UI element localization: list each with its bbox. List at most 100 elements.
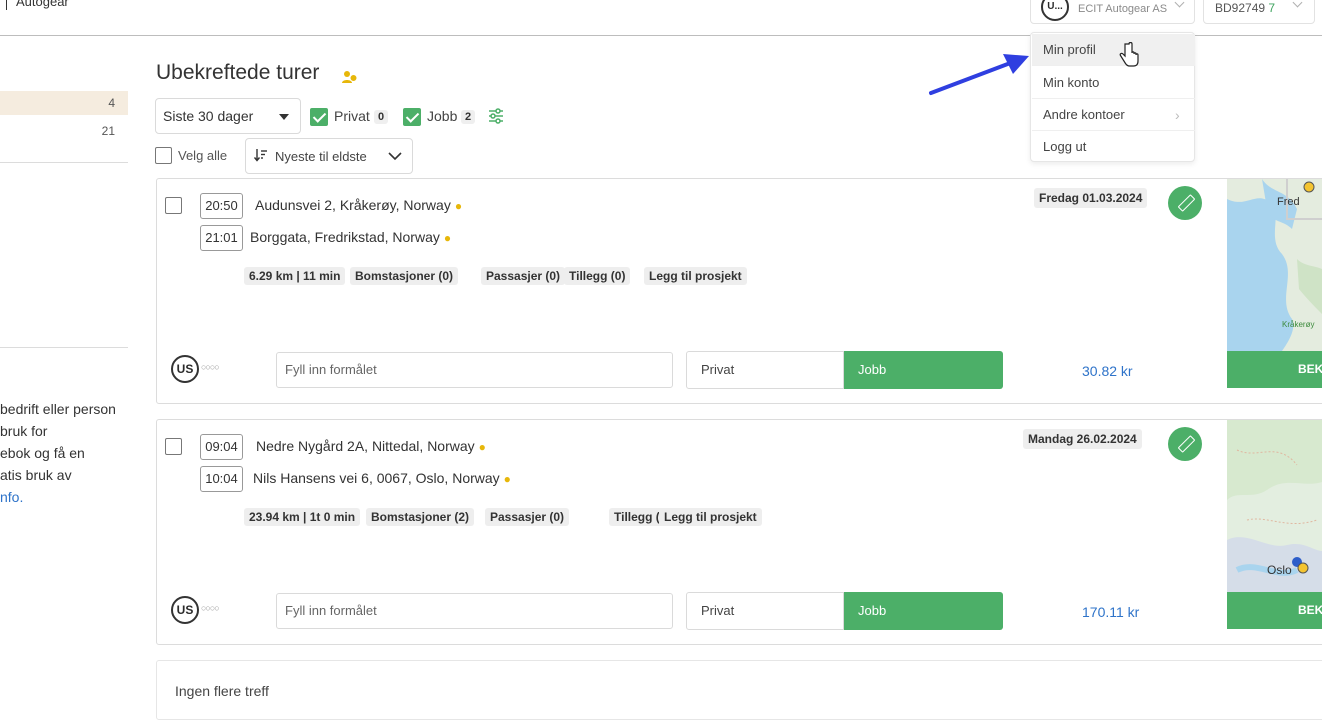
toll-chip[interactable]: Bomstasjoner (2) <box>366 508 475 526</box>
menu-item-andre-kontoer[interactable]: Andre kontoer › <box>1032 99 1195 131</box>
chevron-down-icon <box>1292 0 1303 8</box>
trip-map[interactable]: Oslo <box>1227 420 1322 592</box>
filter-privat-count: 0 <box>374 110 388 124</box>
trip-amount: 30.82 kr <box>1082 363 1133 379</box>
account-company-name: ECIT Autogear AS <box>1078 3 1168 15</box>
tag-icon[interactable]: ● <box>504 472 511 486</box>
add-project-chip[interactable]: Legg til prosjekt <box>644 267 747 285</box>
car-brand-icon: ○○○○ <box>201 603 220 613</box>
chevron-down-icon <box>388 152 402 161</box>
trip-distance-chip: 23.94 km | 1t 0 min <box>244 508 361 526</box>
sidebar-item-count: 21 <box>101 124 115 138</box>
edit-trip-button[interactable] <box>1168 427 1202 461</box>
filter-jobb-label: Jobb <box>427 108 458 124</box>
purpose-input[interactable]: Fyll inn formålet <box>276 352 673 388</box>
tag-icon[interactable]: ● <box>444 231 451 245</box>
trip-type-jobb-button[interactable]: Jobb <box>844 351 1003 389</box>
account-avatar: U... <box>1041 0 1069 21</box>
menu-item-logg-ut[interactable]: Logg ut <box>1032 131 1195 163</box>
car-brand-icon: ○○○○ <box>201 362 220 372</box>
trip-map[interactable]: Fred Kråkerøy <box>1227 179 1322 351</box>
menu-item-label: Andre kontoer <box>1043 107 1125 122</box>
chevron-down-icon <box>1174 0 1185 8</box>
trip-date: Mandag 26.02.2024 <box>1023 429 1142 449</box>
sidebar-divider <box>0 347 128 348</box>
trip-amount: 170.11 kr <box>1082 604 1140 620</box>
trip-type-jobb-button[interactable]: Jobb <box>844 592 1003 630</box>
tag-icon[interactable]: ● <box>455 199 462 213</box>
page-title: Ubekreftede turer <box>156 61 320 84</box>
user-id: BD92749 7 <box>1215 1 1276 15</box>
trip-date: Fredag 01.03.2024 <box>1034 188 1148 208</box>
select-all-checkbox[interactable] <box>155 147 172 164</box>
address-text: Nils Hansens vei 6, 0067, Oslo, Norway <box>253 470 500 486</box>
user-switcher[interactable]: BD92749 7 <box>1203 0 1315 24</box>
filter-privat-checkbox[interactable] <box>310 108 328 126</box>
account-menu: Min profil Min konto Andre kontoer › Log… <box>1030 32 1195 162</box>
sidebar-item-unconfirmed[interactable]: 4 <box>0 91 128 115</box>
trip-end-address: Borggata, Fredrikstad, Norway ● <box>250 229 451 245</box>
passenger-chip[interactable]: Passasjer (0) <box>485 508 570 526</box>
select-all-label: Velg alle <box>178 148 228 163</box>
filter-jobb-checkbox[interactable] <box>403 108 421 126</box>
top-bar: Autogear U... ECIT Autogear AS BD92749 7 <box>0 0 1322 36</box>
promo-link[interactable]: nfo. <box>0 486 130 508</box>
trip-end-address: Nils Hansens vei 6, 0067, Oslo, Norway ● <box>253 470 511 486</box>
chevron-right-icon: › <box>1175 107 1180 123</box>
sidebar-item-second[interactable]: 21 <box>0 119 128 143</box>
extras-chip[interactable]: Tillegg (0) <box>564 267 631 285</box>
tag-icon[interactable]: ● <box>479 440 486 454</box>
us-logo: US <box>171 355 199 383</box>
confirm-trip-button[interactable]: BEK <box>1227 351 1322 388</box>
us-logo: US <box>171 596 199 624</box>
toll-chip[interactable]: Bomstasjoner (0) <box>350 267 459 285</box>
map-label: Kråkerøy <box>1282 320 1314 329</box>
caret-down-icon <box>279 114 289 120</box>
trip-end-time: 21:01 <box>200 225 243 251</box>
period-select[interactable]: Siste 30 dager <box>155 98 301 134</box>
trip-select-checkbox[interactable] <box>165 197 182 214</box>
trip-select-checkbox[interactable] <box>165 438 182 455</box>
trip-card: 20:50 Audunsvei 2, Kråkerøy, Norway ● 21:… <box>156 178 1322 404</box>
trip-start-address: Nedre Nygård 2A, Nittedal, Norway ● <box>256 438 486 454</box>
sort-icon <box>254 149 267 162</box>
sidebar-promo-text: bedrift eller person bruk for ebok og få… <box>0 398 130 508</box>
confirm-trip-button[interactable]: BEK <box>1227 592 1322 629</box>
map-label: Fred <box>1277 196 1300 208</box>
trip-start-address: Audunsvei 2, Kråkerøy, Norway ● <box>255 197 462 213</box>
map-graphic: Oslo <box>1227 420 1322 592</box>
passenger-chip[interactable]: Passasjer (0) <box>481 267 566 285</box>
sidebar-item-count: 4 <box>108 96 115 110</box>
address-text: Borggata, Fredrikstad, Norway <box>250 229 440 245</box>
add-project-chip[interactable]: Legg til prosjekt <box>659 508 762 526</box>
address-text: Nedre Nygård 2A, Nittedal, Norway <box>256 438 475 454</box>
filter-privat-label: Privat <box>334 108 370 124</box>
address-text: Audunsvei 2, Kråkerøy, Norway <box>255 197 451 213</box>
menu-item-min-konto[interactable]: Min konto <box>1032 67 1195 99</box>
trip-type-privat-button[interactable]: Privat <box>686 592 844 630</box>
sliders-icon[interactable] <box>488 108 504 124</box>
no-more-results: Ingen flere treff <box>156 660 1322 720</box>
edit-trip-button[interactable] <box>1168 186 1202 220</box>
annotation-arrow-icon <box>929 54 1029 95</box>
trip-end-time: 10:04 <box>200 466 243 492</box>
brand-logo[interactable]: Autogear <box>6 0 69 10</box>
map-label: Oslo <box>1267 563 1292 577</box>
map-graphic: Fred Kråkerøy <box>1227 179 1322 351</box>
promo-line: ebok og få en <box>0 445 85 461</box>
sort-select-value: Nyeste til eldste <box>275 149 367 164</box>
promo-line: atis bruk av <box>0 467 72 483</box>
users-icon <box>342 71 358 83</box>
promo-line: bedrift eller person <box>0 401 116 417</box>
account-switcher[interactable]: U... ECIT Autogear AS <box>1030 0 1195 24</box>
sort-select[interactable]: Nyeste til eldste <box>245 138 413 174</box>
trip-distance-chip: 6.29 km | 11 min <box>244 267 346 285</box>
menu-item-min-profil[interactable]: Min profil <box>1032 34 1195 66</box>
trip-type-privat-button[interactable]: Privat <box>686 351 844 389</box>
trip-start-time: 09:04 <box>200 434 243 460</box>
purpose-input[interactable]: Fyll inn formålet <box>276 593 673 629</box>
no-more-results-text: Ingen flere treff <box>175 683 269 699</box>
period-select-value: Siste 30 dager <box>163 108 254 124</box>
trip-start-time: 20:50 <box>200 193 243 219</box>
sidebar-divider <box>0 162 128 163</box>
